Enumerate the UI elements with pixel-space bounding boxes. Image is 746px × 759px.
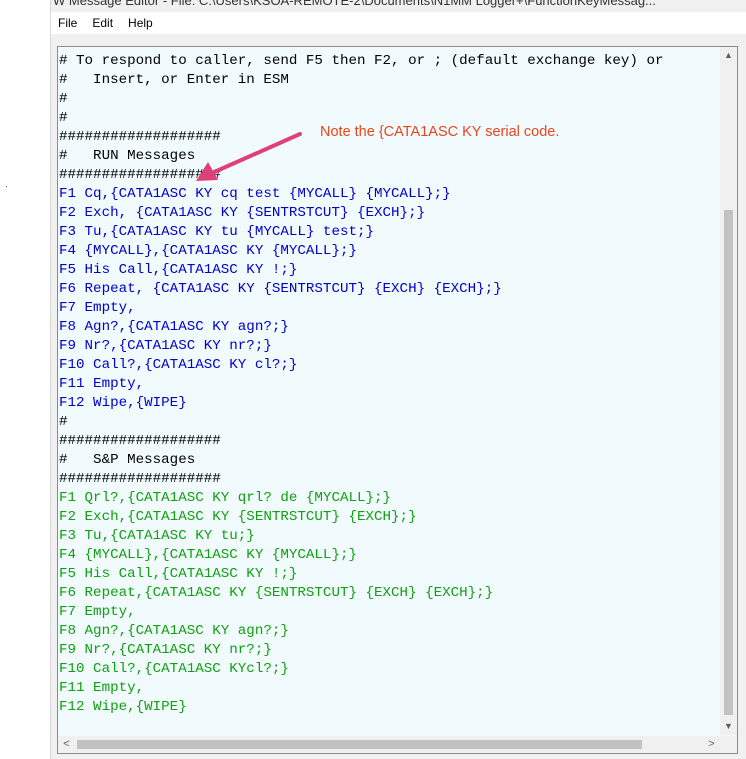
editor-line: F10 Call?,{CATA1ASC KY cl?;} — [59, 357, 298, 373]
editor-line: F4 {MYCALL},{CATA1ASC KY {MYCALL};} — [59, 547, 357, 563]
editor-line: F1 Cq,{CATA1ASC KY cq test {MYCALL} {MYC… — [59, 186, 451, 202]
menu-bar: File Edit Help — [51, 12, 746, 34]
editor-line: F11 Empty, — [59, 376, 145, 392]
editor-line: F9 Nr?,{CATA1ASC KY nr?;} — [59, 338, 272, 354]
editor-line: # Insert, or Enter in ESM — [59, 72, 289, 88]
editor-line: # — [59, 414, 68, 430]
horizontal-scroll-thumb[interactable] — [77, 740, 642, 749]
editor-line: ################### — [59, 471, 221, 487]
editor-line: F2 Exch, {CATA1ASC KY {SENTRSTCUT} {EXCH… — [59, 205, 426, 221]
editor-line: F5 His Call,{CATA1ASC KY !;} — [59, 262, 298, 278]
editor-line: F6 Repeat,{CATA1ASC KY {SENTRSTCUT} {EXC… — [59, 585, 494, 601]
editor-line: F12 Wipe,{WIPE} — [59, 699, 187, 715]
editor-line: F4 {MYCALL},{CATA1ASC KY {MYCALL};} — [59, 243, 357, 259]
annotation-note: Note the {CATA1ASC KY serial code. — [320, 124, 560, 140]
menu-help[interactable]: Help — [121, 12, 161, 34]
editor-line: F7 Empty, — [59, 604, 136, 620]
editor-line: F5 His Call,{CATA1ASC KY !;} — [59, 566, 298, 582]
editor-line: F8 Agn?,{CATA1ASC KY agn?;} — [59, 319, 289, 335]
scroll-up-icon[interactable]: ▲ — [720, 47, 737, 64]
background-area — [0, 0, 50, 759]
editor-line: F7 Empty, — [59, 300, 136, 316]
menu-file[interactable]: File — [51, 12, 85, 34]
editor-line: F1 Qrl?,{CATA1ASC KY qrl? de {MYCALL};} — [59, 490, 392, 506]
vertical-scrollbar[interactable]: ▲ ▼ — [720, 47, 737, 735]
editor-line: ################### — [59, 167, 221, 183]
editor-line: F12 Wipe,{WIPE} — [59, 395, 187, 411]
editor-line: # S&P Messages — [59, 452, 196, 468]
horizontal-scrollbar[interactable]: < > — [58, 736, 720, 753]
editor-line: F3 Tu,{CATA1ASC KY tu;} — [59, 528, 255, 544]
editor-line: F6 Repeat, {CATA1ASC KY {SENTRSTCUT} {EX… — [59, 281, 502, 297]
scroll-down-icon[interactable]: ▼ — [720, 718, 737, 735]
scrollbar-corner — [720, 736, 737, 753]
editor-line: # — [59, 91, 68, 107]
menu-edit[interactable]: Edit — [85, 12, 121, 34]
vertical-scroll-thumb[interactable] — [724, 210, 733, 715]
stray-dot — [6, 186, 7, 187]
editor-line: F11 Empty, — [59, 680, 145, 696]
window-title: W Message Editor - File: C:\Users\KSOA-R… — [53, 0, 656, 8]
editor-line: F9 Nr?,{CATA1ASC KY nr?;} — [59, 642, 272, 658]
editor-line: # RUN Messages — [59, 148, 196, 164]
scroll-left-icon[interactable]: < — [58, 736, 75, 753]
editor-text-area[interactable]: # To respond to caller, send F5 then F2,… — [59, 52, 719, 732]
editor-line: F3 Tu,{CATA1ASC KY tu {MYCALL} test;} — [59, 224, 375, 240]
editor-line: # To respond to caller, send F5 then F2,… — [59, 53, 664, 69]
message-editor-window: W Message Editor - File: C:\Users\KSOA-R… — [50, 0, 746, 759]
text-editor[interactable]: # To respond to caller, send F5 then F2,… — [57, 46, 738, 754]
scroll-right-icon[interactable]: > — [703, 736, 720, 753]
editor-line: F2 Exch,{CATA1ASC KY {SENTRSTCUT} {EXCH}… — [59, 509, 417, 525]
editor-line: F8 Agn?,{CATA1ASC KY agn?;} — [59, 623, 289, 639]
editor-line: F10 Call?,{CATA1ASC KYcl?;} — [59, 661, 289, 677]
editor-line: ################### — [59, 433, 221, 449]
